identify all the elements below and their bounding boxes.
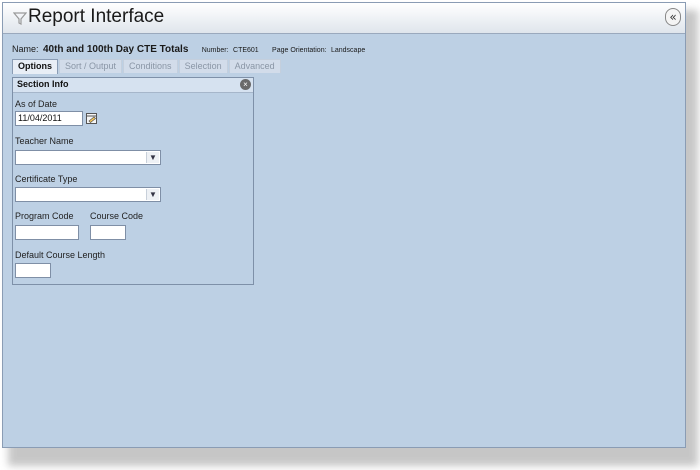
report-name-value: 40th and 100th Day CTE Totals [42,44,189,55]
title-bar: Report Interface « [3,3,685,34]
report-tabs: Options Sort / Output Conditions Selection A… [12,59,282,74]
collapse-double-chevron-icon[interactable]: « [665,8,681,26]
page-orientation-label: Page Orientation: [272,47,327,54]
tab-conditions[interactable]: Conditions [123,59,178,73]
close-icon[interactable]: × [240,79,251,90]
default-course-length-label: Default Course Length [15,250,106,260]
chevron-down-icon[interactable]: ▼ [146,152,159,163]
report-number-value: CTE601 [233,47,259,54]
teacher-name-select[interactable]: ▼ [15,150,161,165]
tab-advanced[interactable]: Advanced [228,59,281,73]
section-info-header: Section Info × [13,78,253,93]
report-interface-window: Report Interface « Name: 40th and 100th … [2,2,686,448]
as-of-date-input[interactable]: 11/04/2011 [15,111,83,126]
certificate-type-label: Certificate Type [15,174,78,184]
report-number-label: Number: [201,47,229,54]
report-info: Name: 40th and 100th Day CTE Totals Numb… [12,39,365,57]
teacher-name-label: Teacher Name [15,136,74,146]
report-name-label: Name: [12,44,39,54]
program-code-label: Program Code [15,211,74,221]
tab-sort-output[interactable]: Sort / Output [59,59,123,73]
chevron-down-icon[interactable]: ▼ [146,189,159,200]
program-code-input[interactable] [15,225,79,240]
section-info-title: Section Info [17,79,69,89]
filter-funnel-icon [13,12,27,25]
calendar-icon[interactable] [86,112,98,124]
course-code-label: Course Code [90,211,144,221]
certificate-type-select[interactable]: ▼ [15,187,161,202]
tab-selection[interactable]: Selection [178,59,228,73]
tab-options[interactable]: Options [12,59,58,74]
default-course-length-input[interactable] [15,263,51,278]
as-of-date-label: As of Date [15,99,58,109]
course-code-input[interactable] [90,225,126,240]
section-info-panel: Section Info × As of Date 11/04/2011 Tea… [12,77,254,285]
window-title: Report Interface [28,6,165,27]
page-orientation-value: Landscape [330,47,366,54]
